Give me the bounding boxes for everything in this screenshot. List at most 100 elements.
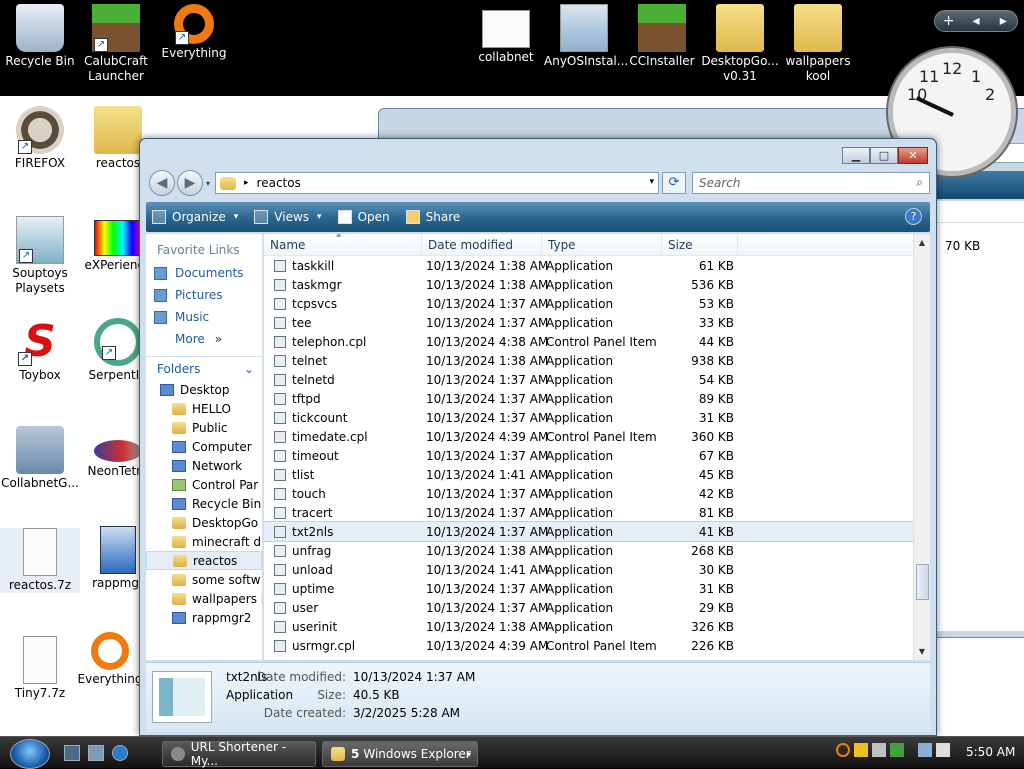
folder-tree-item[interactable]: rappmgr2 [146,608,262,627]
file-row[interactable]: touch 10/13/2024 1:37 AM Application 42 KB [264,484,930,503]
breadcrumb-separator-icon[interactable]: ▸ [244,178,249,188]
desktop-icon-toybox[interactable]: S ↗ Toybox [0,318,80,383]
file-row[interactable]: tcpsvcs 10/13/2024 1:37 AM Application 53 K… [264,294,930,313]
file-row[interactable]: tftpd 10/13/2024 1:37 AM Application 89 KB [264,389,930,408]
column-date-modified[interactable]: Date modified [422,234,542,255]
folder-tree-item[interactable]: Desktop [146,380,262,399]
folder-tree-item[interactable]: HELLO [146,399,262,418]
next-gadget-icon[interactable]: ▸ [990,13,1017,29]
column-type[interactable]: Type [542,234,662,255]
taskbar-windows-explorer-group[interactable]: 5 Windows Explorer ▾ [322,741,478,767]
file-list[interactable]: Name Date modified Type Size taskkill 10/… [264,234,930,660]
prev-gadget-icon[interactable]: ◂ [962,13,989,29]
file-row[interactable]: telephon.cpl 10/13/2024 4:38 AM Control Pa… [264,332,930,351]
scroll-down-icon[interactable]: ▼ [914,643,930,660]
desktop-icon-recycle-bin[interactable]: Recycle Bin [0,4,80,69]
help-button[interactable]: ? [905,208,922,225]
folder-tree-item[interactable]: some softw [146,570,262,589]
security-alert-icon[interactable] [854,743,868,757]
file-row[interactable]: timeout 10/13/2024 1:37 AM Application 67 K… [264,446,930,465]
everything-tray-icon[interactable] [836,743,850,757]
favorite-pictures[interactable]: Pictures [146,284,262,306]
desktop-icon-everything-2[interactable]: Everything [70,632,150,687]
back-button[interactable]: ◀ [149,170,175,196]
safely-remove-icon[interactable] [890,743,904,757]
file-row[interactable]: unload 10/13/2024 1:41 AM Application 30 KB [264,560,930,579]
desktop-icon-wallpapers[interactable]: wallpapers kool [778,4,858,84]
desktop-icon-tiny7-7z[interactable]: Tiny7.7z [0,636,80,701]
address-dropdown-icon[interactable]: ▾ [649,177,654,187]
file-row[interactable]: timedate.cpl 10/13/2024 4:39 AM Control Pa… [264,427,930,446]
maximize-button[interactable]: □ [870,147,898,164]
share-button[interactable]: Share [405,210,460,224]
desktop-icon-anyosinstal[interactable]: AnyOSInstal... [544,4,628,69]
file-row[interactable]: tickcount 10/13/2024 1:37 AM Application 31… [264,408,930,427]
file-row[interactable]: tracert 10/13/2024 1:37 AM Application 81 K… [264,503,930,522]
refresh-button[interactable]: ⟳ [662,172,686,194]
desktop-icon-souptoys[interactable]: ↗ Souptoys Playsets [0,216,80,296]
scroll-thumb[interactable] [916,564,929,600]
volume-muted-icon[interactable] [936,743,950,757]
show-desktop-icon[interactable] [64,745,80,761]
desktop-icon-everything[interactable]: ↗ Everything [154,4,234,61]
file-row[interactable]: taskmgr 10/13/2024 1:38 AM Application 536 … [264,275,930,294]
clock-time[interactable]: 5:50 AM [966,745,1015,759]
views-button[interactable]: Views ▾ [254,210,322,224]
network-icon[interactable] [918,743,932,757]
desktop-icon-desktopgo[interactable]: DesktopGo... v0.31 [700,4,780,84]
address-bar[interactable]: ▸ reactos ▾ [215,172,659,194]
folder-tree-item[interactable]: Public [146,418,262,437]
folders-header[interactable]: Folders ⌄ [146,356,262,380]
folder-tree-item[interactable]: reactos [146,551,262,570]
minimize-button[interactable]: ▁ [842,147,870,164]
file-row[interactable]: telnet 10/13/2024 1:38 AM Application 938 K… [264,351,930,370]
column-size[interactable]: Size [662,234,738,255]
file-row[interactable]: uptime 10/13/2024 1:37 AM Application 31 KB [264,579,930,598]
folder-tree-item[interactable]: Control Par [146,475,262,494]
file-row[interactable]: txt2nls 10/13/2024 1:37 AM Application 41 K… [264,521,930,542]
file-row[interactable]: usrmgr.cpl 10/13/2024 4:39 AM Control Pane… [264,636,930,655]
desktop-icon-ccinstaller[interactable]: CCInstaller [622,4,702,69]
add-gadget-icon[interactable]: + [935,13,962,29]
scroll-up-icon[interactable]: ▲ [914,234,930,251]
favorite-documents[interactable]: Documents [146,262,262,284]
desktop-icon-reactos-7z[interactable]: reactos.7z [0,528,80,593]
favorite-more[interactable]: More » [146,328,262,350]
desktop-icon-collabnetg[interactable]: CollabnetG... [0,426,80,491]
application-icon [274,563,286,576]
file-row[interactable]: unfrag 10/13/2024 1:38 AM Application 268 K… [264,541,930,560]
file-row[interactable]: tee 10/13/2024 1:37 AM Application 33 KB [264,313,930,332]
recent-pages-dropdown[interactable]: ▾ [206,179,210,188]
file-row[interactable]: userinit 10/13/2024 1:38 AM Application 326… [264,617,930,636]
search-icon[interactable]: ⌕ [916,175,923,190]
open-button[interactable]: Open [337,210,390,224]
start-button[interactable] [10,739,50,769]
file-row[interactable]: taskkill 10/13/2024 1:38 AM Application 61 … [264,256,930,275]
explorer-window[interactable]: ▁ □ ✕ ◀ ▶ ▾ ▸ reactos ▾ ⟳ Search ⌕ Organ… [139,138,937,736]
file-row[interactable]: telnetd 10/13/2024 1:37 AM Application 54 K… [264,370,930,389]
folder-tree-item[interactable]: DesktopGo [146,513,262,532]
desktop-icon-firefox[interactable]: ↗ FIREFOX [0,106,80,171]
folder-tree-item[interactable]: minecraft d [146,532,262,551]
sidebar-gadget-controls[interactable]: + ◂ ▸ [934,10,1018,32]
folder-tree-item[interactable]: Network [146,456,262,475]
folder-tree-item[interactable]: wallpapers l [146,589,262,608]
file-row[interactable]: tlist 10/13/2024 1:41 AM Application 45 KB [264,465,930,484]
search-input[interactable]: Search ⌕ [692,172,930,194]
folder-tree-item[interactable]: Computer [146,437,262,456]
file-row[interactable]: user 10/13/2024 1:37 AM Application 29 KB [264,598,930,617]
close-button[interactable]: ✕ [898,147,928,164]
organize-button[interactable]: Organize ▾ [152,210,238,224]
breadcrumb-reactos[interactable]: reactos [257,176,301,190]
taskbar-url-shortener[interactable]: URL Shortener - My... [162,740,316,768]
column-name[interactable]: Name [264,234,422,255]
forward-button[interactable]: ▶ [177,170,203,196]
favorite-music[interactable]: Music [146,306,262,328]
tray-app-icon[interactable] [872,743,886,757]
desktop-icon-calubcraft[interactable]: ↗ CalubCraft Launcher [76,4,156,84]
vertical-scrollbar[interactable]: ▲ ▼ [913,234,930,660]
internet-explorer-icon[interactable] [112,745,128,761]
switch-windows-icon[interactable] [88,745,104,761]
folder-tree-item[interactable]: Recycle Bin [146,494,262,513]
desktop-icon-collabnet[interactable]: collabnet [466,4,546,65]
